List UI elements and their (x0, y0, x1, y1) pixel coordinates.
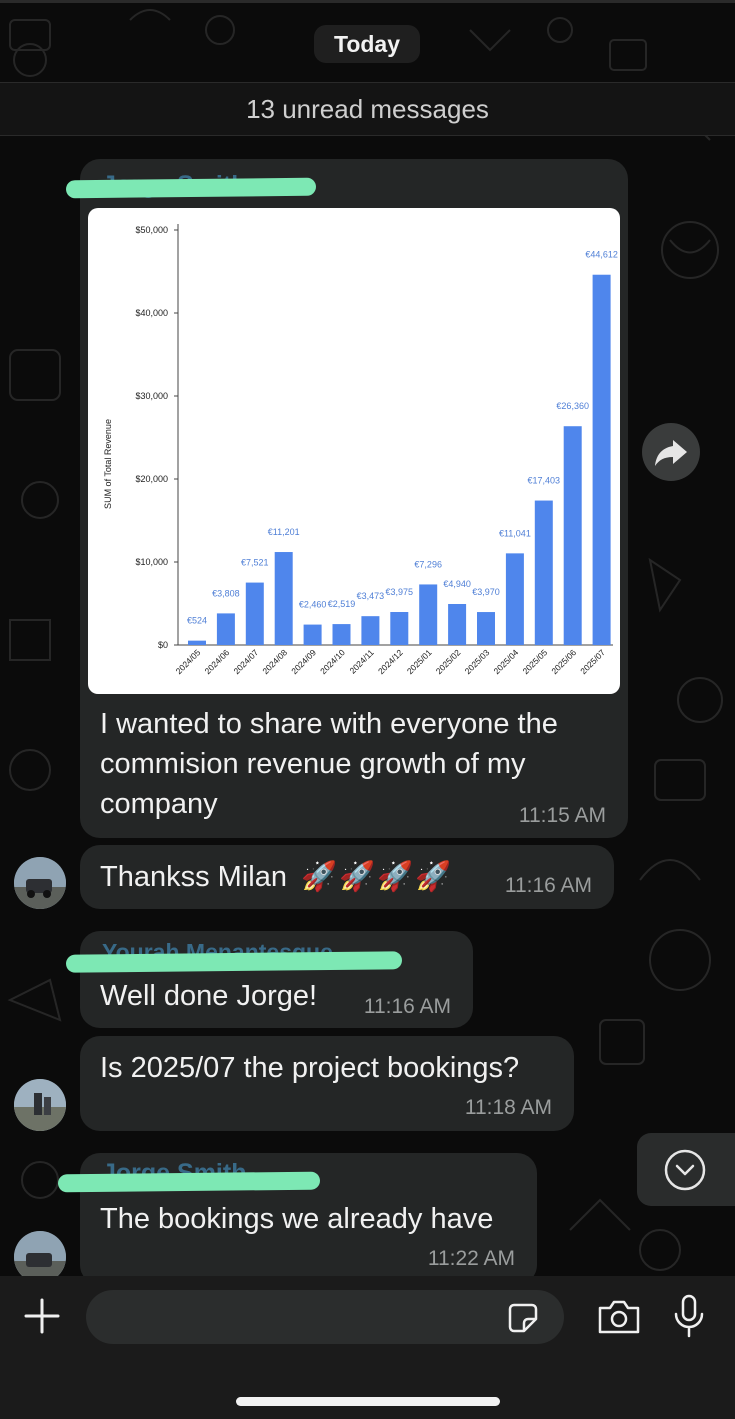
message-text: The bookings we already have (100, 1203, 494, 1235)
chart-bar (477, 612, 495, 645)
avatar[interactable] (14, 1079, 66, 1131)
message-text-content: Thankss Milan (100, 861, 287, 893)
camera-icon[interactable] (596, 1298, 642, 1336)
chart-bar (274, 552, 293, 645)
message-bubble[interactable]: Thankss Milan 🚀🚀🚀🚀 11:16 AM (80, 845, 614, 909)
message-time: 11:16 AM (504, 874, 592, 897)
chart-bar (188, 640, 206, 645)
message-time: 11:18 AM (464, 1096, 552, 1119)
x-tick-label: 2024/07 (231, 647, 260, 676)
x-tick-label: 2025/05 (520, 647, 549, 676)
x-tick-label: 2025/07 (578, 647, 607, 676)
chart-bar (534, 500, 553, 645)
avatar-photo (14, 1079, 66, 1131)
message-bubble-chart[interactable]: Jorge Smith $0$10,000$20,000$30,000$40,0… (65, 159, 628, 838)
data-label: €3,808 (212, 588, 240, 598)
x-tick-label: 2025/06 (549, 647, 578, 676)
data-label: €3,975 (386, 587, 414, 597)
avatar[interactable] (14, 857, 66, 909)
rocket-emoji: 🚀🚀🚀🚀 (301, 861, 454, 893)
data-label: €7,521 (241, 558, 269, 568)
chart-bar (592, 274, 611, 645)
x-tick-label: 2025/01 (405, 647, 434, 676)
scroll-to-bottom-button[interactable] (637, 1133, 735, 1206)
message-text: Is 2025/07 the project bookings? (100, 1052, 520, 1084)
forward-arrow-icon (655, 440, 687, 466)
message-time: 11:15 AM (518, 804, 606, 827)
y-tick-label: $50,000 (135, 225, 168, 235)
x-tick-label: 2024/09 (289, 647, 318, 676)
x-tick-label: 2024/08 (260, 647, 289, 676)
message-input[interactable] (86, 1290, 564, 1344)
x-tick-label: 2025/03 (463, 647, 492, 676)
data-label: €3,473 (357, 591, 385, 601)
x-tick-label: 2025/02 (434, 647, 463, 676)
date-separator: Today (314, 25, 420, 63)
sender-redaction (65, 177, 317, 199)
data-label: €44,612 (585, 250, 618, 260)
revenue-bar-chart: $0 $10,000 $20,000 $30,000 $40,000 $50,000 SUM… (103, 224, 618, 676)
chart-bar (361, 616, 380, 645)
sender-redaction (65, 951, 403, 973)
y-tick-label: $20,000 (135, 474, 168, 484)
data-label: €2,460 (299, 600, 327, 610)
avatar-photo (14, 857, 66, 909)
data-label: €3,970 (472, 587, 500, 597)
y-tick-label: $30,000 (135, 391, 168, 401)
plus-icon[interactable] (22, 1296, 62, 1336)
chart-bar (216, 613, 235, 645)
message-bubble[interactable]: Jorge Smith The bookings we already have… (57, 1153, 537, 1285)
x-tick-label: 2024/10 (318, 647, 347, 676)
message-text: Thankss Milan 🚀🚀🚀🚀 (100, 857, 453, 897)
message-text-line: I wanted to share with everyone the (100, 708, 558, 740)
chart-bar (563, 426, 582, 645)
y-tick-label: $40,000 (135, 308, 168, 318)
microphone-icon[interactable] (672, 1294, 706, 1340)
message-time: 11:16 AM (363, 995, 451, 1018)
x-tick-label: 2024/12 (376, 647, 405, 676)
x-tick-label: 2024/05 (174, 647, 203, 676)
home-indicator (236, 1397, 500, 1406)
data-label: €26,360 (556, 401, 589, 411)
data-label: €11,201 (268, 527, 300, 537)
message-bubble[interactable]: Is 2025/07 the project bookings? 11:18 A… (80, 1036, 574, 1131)
revenue-chart-image[interactable]: $0 $10,000 $20,000 $30,000 $40,000 $50,000 SUM… (88, 208, 620, 694)
y-axis-title: SUM of Total Revenue (103, 419, 113, 509)
x-tick-label: 2024/06 (203, 647, 232, 676)
data-label: €11,041 (499, 528, 531, 538)
data-label: €7,296 (414, 559, 442, 569)
sender-redaction (57, 1171, 321, 1193)
chart-bar (303, 624, 322, 645)
message-text-line: commision revenue growth of my (100, 748, 526, 780)
top-divider (0, 0, 735, 3)
chart-bar (332, 624, 351, 645)
chart-bar (419, 584, 438, 645)
data-label: €17,403 (528, 476, 561, 486)
data-label: €524 (187, 616, 207, 626)
message-text: Well done Jorge! (100, 980, 318, 1012)
unread-messages-banner: 13 unread messages (0, 82, 735, 136)
x-tick-label: 2024/11 (347, 647, 376, 676)
chart-bar (390, 612, 409, 645)
data-label: €2,519 (328, 599, 356, 609)
data-label: €4,940 (443, 579, 471, 589)
message-bubble[interactable]: Yourah Menantesque Well done Jorge! 11:1… (65, 931, 473, 1028)
forward-button[interactable] (642, 423, 700, 481)
message-text: I wanted to share with everyone the comm… (100, 704, 558, 824)
chevron-down-icon (664, 1149, 706, 1191)
chart-bar (245, 582, 264, 645)
message-text-line: company (100, 788, 218, 820)
composer-bar (0, 1276, 735, 1419)
x-tick-label: 2025/04 (492, 647, 521, 676)
sticker-icon[interactable] (506, 1301, 540, 1335)
message-time: 11:22 AM (427, 1247, 515, 1270)
chart-bar (448, 603, 467, 645)
y-tick-label: $0 (158, 640, 168, 650)
chart-bar (505, 553, 524, 645)
y-tick-label: $10,000 (135, 557, 168, 567)
